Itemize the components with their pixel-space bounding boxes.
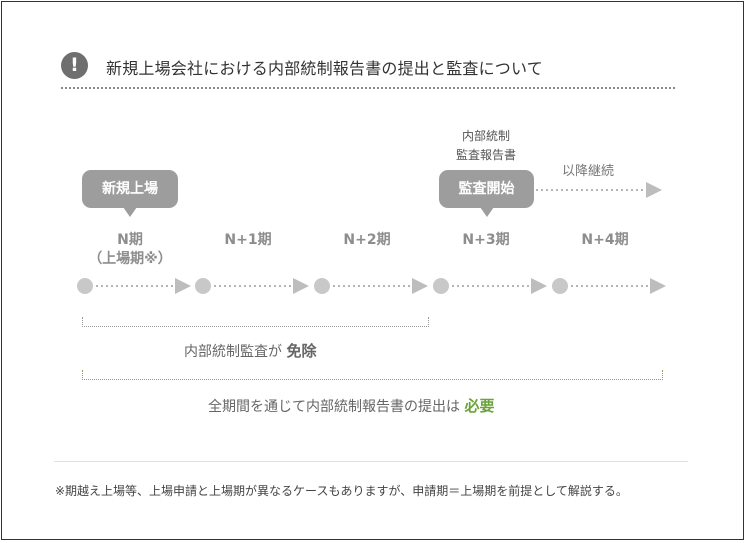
period-n1: N+1期: [224, 232, 272, 248]
timeline-dot: [314, 278, 330, 294]
timeline-arrow-head: [650, 278, 666, 294]
required-bracket: [82, 370, 663, 380]
period-n3: N+3期: [462, 232, 510, 248]
period-n: N期 （上場期※）: [80, 231, 180, 269]
timeline-dot: [433, 278, 449, 294]
exempt-bracket: [82, 317, 429, 327]
required-caption: 全期間を通じて内部統制報告書の提出は 必要: [208, 395, 494, 416]
exempt-caption: 内部統制監査が 免除: [184, 340, 316, 361]
required-caption-prefix: 全期間を通じて内部統制報告書の提出は: [208, 399, 460, 415]
timeline-arrow-head: [412, 278, 428, 294]
period-n-label: N期: [117, 232, 143, 248]
timeline-arrow-head: [175, 278, 191, 294]
period-n2: N+2期: [343, 232, 391, 248]
exempt-caption-prefix: 内部統制監査が: [184, 344, 282, 360]
timeline-arrow-head: [531, 278, 547, 294]
timeline-dot: [77, 278, 93, 294]
exempt-caption-value: 免除: [286, 342, 317, 360]
continue-arrow-head: [646, 182, 662, 198]
timeline-dot: [552, 278, 568, 294]
required-caption-value: 必要: [464, 397, 495, 415]
footnote-divider: [54, 461, 688, 462]
timeline: [77, 278, 666, 294]
period-n-sub: （上場期※）: [88, 251, 172, 267]
timeline-arrow-head: [293, 278, 309, 294]
footnote: ※期越え上場等、上場申請と上場期が異なるケースもありますが、申請期＝上場期を前提…: [55, 484, 628, 498]
period-n4: N+4期: [581, 232, 629, 248]
timeline-dot: [195, 278, 211, 294]
